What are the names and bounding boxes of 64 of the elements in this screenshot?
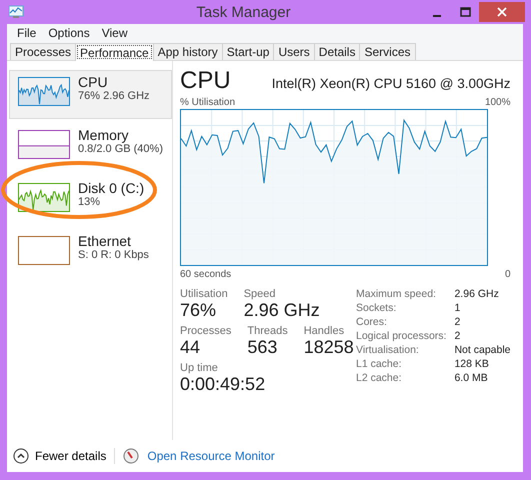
- stat-label: Up time: [180, 362, 219, 374]
- axis-label: 60 seconds: [180, 269, 232, 280]
- spec-label: Sockets:: [356, 302, 398, 314]
- tab[interactable]: App history: [152, 43, 223, 60]
- spec-label: L1 cache:: [356, 358, 403, 370]
- axis-label: 0: [504, 269, 511, 280]
- spec-label: Maximum speed:: [356, 288, 437, 300]
- resource-detail: 0.8/2.0 GB (40%): [78, 143, 163, 155]
- stat-value: 0:00:49:52: [180, 374, 266, 395]
- stat-label: Threads: [247, 325, 288, 337]
- stat-value: 44: [180, 337, 202, 358]
- fewer-details-button[interactable]: Fewer details: [13, 448, 106, 464]
- menu-item[interactable]: File: [11, 26, 42, 40]
- spec-value: Not capable: [454, 344, 511, 356]
- panel-title: CPU: [180, 67, 231, 95]
- resource-detail: 76% 2.96 GHz: [78, 90, 150, 102]
- spec-value: 6.0 MB: [454, 372, 489, 384]
- resource-name: CPU: [78, 74, 109, 90]
- stat-value: 2.96 GHz: [244, 300, 320, 321]
- sidebar-item[interactable]: Memory 0.8/2.0 GB (40%): [9, 123, 172, 172]
- sidebar-item[interactable]: Ethernet S: 0 R: 0 Kbps: [9, 229, 172, 278]
- spec-value: 1: [454, 302, 462, 314]
- app-icon: [8, 5, 24, 19]
- resource-name: Disk 0 (C:): [78, 180, 144, 196]
- tab[interactable]: Processes: [10, 43, 76, 60]
- spec-value: 2: [454, 330, 462, 342]
- stat-label: Processes: [180, 325, 232, 337]
- processor-model: Intel(R) Xeon(R) CPU 5160 @ 3.00GHz: [272, 76, 511, 91]
- maximize-icon: [460, 7, 470, 17]
- tab[interactable]: Start-up: [222, 43, 274, 60]
- axis-label: 100%: [484, 97, 511, 108]
- menu-item[interactable]: Options: [42, 26, 96, 40]
- spec-value: 2: [454, 316, 462, 328]
- sidebar-item[interactable]: Disk 0 (C:) 13%: [9, 176, 172, 225]
- gauge-icon: [123, 448, 140, 464]
- stat-label: Handles: [304, 325, 346, 337]
- stat-label: Speed: [244, 288, 276, 300]
- resource-name: Memory: [78, 127, 130, 143]
- spec-label: L2 cache:: [356, 372, 403, 384]
- resource-detail: S: 0 R: 0 Kbps: [78, 249, 149, 261]
- close-button[interactable]: [479, 2, 525, 22]
- spec-label: Virtualisation:: [356, 344, 420, 356]
- window-title: Task Manager: [195, 4, 292, 20]
- stat-value: 76%: [180, 300, 218, 321]
- spec-value: 2.96 GHz: [454, 288, 500, 300]
- stat-label: Utilisation: [180, 288, 228, 300]
- chevron-up-icon: [13, 448, 29, 464]
- spec-value: 128 KB: [454, 358, 490, 370]
- sidebar-item[interactable]: CPU 76% 2.96 GHz: [9, 70, 172, 119]
- stat-value: 563: [247, 337, 278, 358]
- resource-detail: 13%: [78, 196, 102, 208]
- close-icon: [497, 7, 507, 17]
- tab[interactable]: Users: [273, 43, 315, 60]
- spec-label: Logical processors:: [356, 330, 446, 342]
- axis-label: % Utilisation: [180, 97, 236, 108]
- spec-label: Cores:: [356, 316, 388, 328]
- menu-item[interactable]: View: [96, 26, 134, 40]
- tab[interactable]: Details: [314, 43, 360, 60]
- resource-monitor-link[interactable]: Open Resource Monitor: [147, 449, 275, 463]
- tab[interactable]: Performance: [75, 43, 154, 61]
- stat-value: 18258: [304, 337, 354, 358]
- resource-name: Ethernet: [78, 233, 132, 249]
- minimize-icon: [433, 15, 441, 17]
- tab[interactable]: Services: [359, 43, 416, 60]
